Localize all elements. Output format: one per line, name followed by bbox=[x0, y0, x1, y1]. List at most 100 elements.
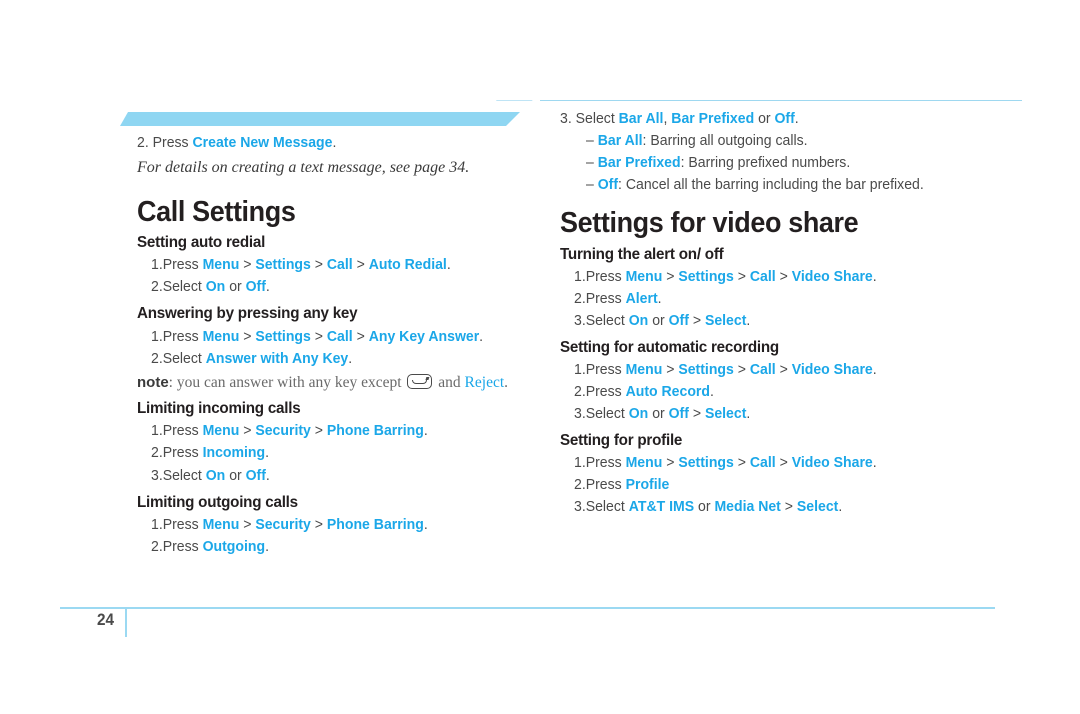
step-text-run: Press bbox=[162, 538, 203, 555]
step-text-run: Press bbox=[585, 362, 626, 379]
footer-tick bbox=[125, 607, 127, 637]
step-item: 1. Press Menu > Settings > Call > Video … bbox=[574, 452, 1016, 474]
step-lead: Press bbox=[152, 135, 189, 151]
menu-keyword: Video Share bbox=[791, 455, 873, 472]
menu-keyword: Security bbox=[255, 423, 311, 440]
step-number: 3. bbox=[574, 406, 586, 423]
header-band-shape bbox=[120, 112, 520, 126]
step-text-run: > bbox=[239, 516, 256, 533]
step-text-run: . bbox=[709, 384, 714, 401]
step-text-run: or bbox=[754, 111, 775, 127]
step-text-run: . bbox=[794, 111, 799, 127]
step-text-run: . bbox=[423, 423, 428, 440]
menu-keyword: Call bbox=[749, 362, 776, 379]
step-text-run: : Barring all outgoing calls. bbox=[642, 133, 808, 150]
step-text-run: Press bbox=[585, 455, 626, 472]
menu-keyword: Bar Prefixed bbox=[671, 111, 755, 127]
step-text-run: > bbox=[775, 455, 792, 472]
step-end: . bbox=[332, 135, 337, 151]
carryover-cross-reference: For details on creating a text message, … bbox=[137, 159, 470, 177]
step-text-run: > bbox=[310, 423, 327, 440]
step-number: 3. bbox=[574, 499, 586, 516]
menu-keyword: Auto Record bbox=[625, 384, 710, 401]
menu-keyword: Security bbox=[255, 516, 311, 533]
step-text-run: > bbox=[662, 362, 679, 379]
menu-keyword: Menu bbox=[625, 362, 663, 379]
menu-keyword: Select bbox=[704, 312, 747, 329]
step-number: 2. bbox=[574, 290, 586, 307]
menu-keyword: Off bbox=[668, 406, 689, 423]
menu-keyword: Call bbox=[326, 328, 353, 345]
step-number: 2. bbox=[151, 445, 163, 462]
step-keyword: Create New Message bbox=[192, 135, 333, 151]
step-text-run: Press bbox=[585, 268, 626, 285]
step-text-run: > bbox=[662, 455, 679, 472]
step-number: 3. bbox=[574, 312, 586, 329]
step-text-run: : Barring prefixed numbers. bbox=[680, 155, 851, 172]
right-column: 3. Select Bar All, Bar Prefixed or Off. … bbox=[560, 108, 1030, 518]
step-item: 1. Press Menu > Settings > Call > Video … bbox=[574, 266, 1016, 288]
step-number: 3. bbox=[151, 467, 163, 484]
step-item: 2. Press Profile bbox=[574, 474, 1016, 496]
step-item: 2. Select On or Off. bbox=[151, 276, 545, 298]
step-item: 1. Press Menu > Security > Phone Barring… bbox=[151, 420, 545, 442]
bullet-dash: – bbox=[586, 133, 598, 150]
step-text-run: . bbox=[265, 538, 269, 555]
step-item: 2. Press Alert. bbox=[574, 288, 1016, 310]
step-number: 2. bbox=[574, 477, 586, 494]
step-text-run: Select bbox=[585, 406, 629, 423]
step-item: 3. Select On or Off > Select. bbox=[574, 403, 1016, 425]
menu-keyword: Bar All bbox=[618, 111, 664, 127]
step-item: 1. Press Menu > Settings > Call > Video … bbox=[574, 359, 1016, 381]
step-text-run: . bbox=[479, 328, 484, 345]
step-number: 1. bbox=[574, 268, 586, 285]
menu-keyword: Off bbox=[668, 312, 689, 329]
menu-keyword: Auto Redial bbox=[368, 257, 447, 274]
step-text-run: or bbox=[225, 279, 246, 296]
menu-keyword: On bbox=[628, 406, 649, 423]
step-list: 1. Press Menu > Settings > Call > Video … bbox=[560, 359, 1030, 425]
menu-keyword: Profile bbox=[625, 477, 670, 494]
step-item: 3. Select On or Off. bbox=[151, 465, 545, 487]
step-list: 1. Press Menu > Settings > Call > Any Ke… bbox=[137, 326, 557, 370]
menu-keyword: Media Net bbox=[714, 499, 781, 516]
step-number: 1. bbox=[574, 455, 586, 472]
step-text-run: > bbox=[239, 257, 256, 274]
left-sections: Setting auto redial 1. Press Menu > Setti… bbox=[137, 227, 557, 558]
step-text-run: . bbox=[348, 350, 353, 367]
menu-keyword: Incoming bbox=[202, 445, 266, 462]
step-list: 1. Press Menu > Settings > Call > Auto R… bbox=[137, 254, 557, 298]
step-text-run: . bbox=[872, 362, 877, 379]
step-text-run: or bbox=[648, 406, 669, 423]
menu-keyword: Off bbox=[245, 467, 266, 484]
step-text-run: Press bbox=[162, 328, 203, 345]
step-text-run: Select bbox=[162, 350, 206, 367]
step-text-run: . bbox=[872, 268, 877, 285]
step-number: 1. bbox=[151, 516, 163, 533]
carryover-bullet-list: – Bar All: Barring all outgoing calls. – … bbox=[560, 130, 1030, 196]
step-text-run: Select bbox=[585, 499, 629, 516]
step-text-run: . bbox=[423, 516, 428, 533]
menu-keyword: Call bbox=[326, 257, 353, 274]
menu-keyword: Settings bbox=[678, 268, 734, 285]
menu-keyword: Settings bbox=[255, 328, 311, 345]
menu-keyword: Select bbox=[796, 499, 839, 516]
note-text: . bbox=[504, 373, 509, 391]
left-column: 2. Press Create New Message. For details… bbox=[137, 132, 557, 558]
menu-keyword: Answer with Any Key bbox=[205, 350, 349, 367]
menu-keyword: Menu bbox=[625, 455, 663, 472]
menu-keyword: Phone Barring bbox=[326, 423, 424, 440]
note-text: and bbox=[434, 373, 465, 391]
step-text-run: > bbox=[775, 362, 792, 379]
step-text-run: Press bbox=[162, 516, 203, 533]
manual-page: 2. Press Create New Message. For details… bbox=[0, 0, 1080, 714]
step-text: Select Bar All, Bar Prefixed or Off. bbox=[576, 111, 799, 127]
step-number: 2. bbox=[151, 279, 163, 296]
step-number: 1. bbox=[151, 257, 163, 274]
bullet-item: – Bar All: Barring all outgoing calls. bbox=[586, 130, 1017, 152]
menu-keyword: Call bbox=[749, 455, 776, 472]
menu-keyword: Menu bbox=[202, 257, 240, 274]
section-heading: Setting for profile bbox=[560, 432, 683, 450]
step-text-run: . bbox=[265, 445, 270, 462]
